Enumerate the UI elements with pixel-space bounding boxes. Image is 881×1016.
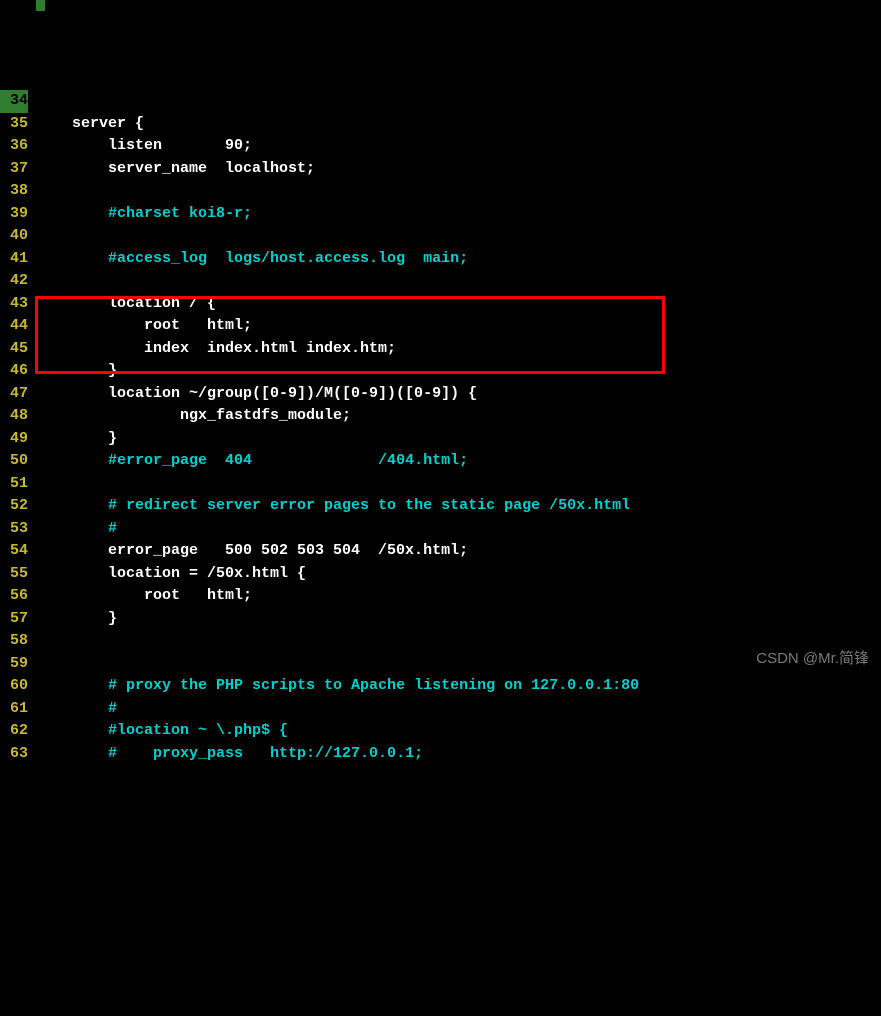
code-token [36,520,108,537]
code-line[interactable]: error_page 500 502 503 504 /50x.html; [36,540,881,563]
code-token: server_name localhost; [36,160,315,177]
code-line[interactable]: # [36,518,881,541]
code-line[interactable]: listen 90; [36,135,881,158]
code-line[interactable]: } [36,608,881,631]
line-number: 54 [0,540,28,563]
code-token: #charset koi8-r; [108,205,252,222]
code-token: server { [36,115,144,132]
line-number: 60 [0,675,28,698]
code-token: location ~/group([0-9])/M([0-9])([0-9]) … [36,385,477,402]
line-number: 59 [0,653,28,676]
code-token: #access_log logs/host.access.log main; [108,250,468,267]
line-number: 44 [0,315,28,338]
code-token: index index.html index.htm; [36,340,396,357]
code-token: # [108,700,117,717]
code-token: location = /50x.html { [36,565,306,582]
code-line[interactable] [36,90,881,113]
code-line[interactable] [36,653,881,676]
code-area[interactable]: server { listen 90; server_name localhos… [36,90,881,768]
code-token: # redirect server error pages to the sta… [108,497,630,514]
code-line[interactable]: index index.html index.htm; [36,338,881,361]
code-line[interactable]: server_name localhost; [36,158,881,181]
code-line[interactable] [36,180,881,203]
code-line[interactable]: #charset koi8-r; [36,203,881,226]
code-token [36,722,108,739]
cursor-block [36,0,45,11]
code-token [36,205,108,222]
code-line[interactable]: #location ~ \.php$ { [36,720,881,743]
line-number: 61 [0,698,28,721]
line-number: 48 [0,405,28,428]
code-token: #location ~ \.php$ { [108,722,288,739]
line-number: 47 [0,383,28,406]
line-number: 34 [0,90,28,113]
code-line[interactable] [36,630,881,653]
line-number: 45 [0,338,28,361]
line-number: 46 [0,360,28,383]
code-token: ngx_fastdfs_module; [36,407,351,424]
line-number: 56 [0,585,28,608]
code-line[interactable]: } [36,428,881,451]
code-token [36,452,108,469]
code-token [36,700,108,717]
code-line[interactable] [36,270,881,293]
code-token [36,745,108,762]
code-token [36,497,108,514]
line-number: 53 [0,518,28,541]
code-editor[interactable]: 3435363738394041424344454647484950515253… [0,90,881,768]
line-number: 42 [0,270,28,293]
line-number: 63 [0,743,28,766]
code-line[interactable]: # proxy the PHP scripts to Apache listen… [36,675,881,698]
code-token [36,677,108,694]
line-number: 57 [0,608,28,631]
line-number: 50 [0,450,28,473]
code-token: } [36,362,117,379]
line-number: 49 [0,428,28,451]
code-line[interactable]: root html; [36,315,881,338]
watermark-text: CSDN @Mr.简锋 [756,648,869,671]
code-line[interactable]: # [36,698,881,721]
code-token: # proxy the PHP scripts to Apache listen… [108,677,639,694]
code-token: root html; [36,317,252,334]
line-number: 39 [0,203,28,226]
line-number: 37 [0,158,28,181]
line-number: 51 [0,473,28,496]
code-line[interactable]: location / { [36,293,881,316]
line-number: 41 [0,248,28,271]
line-number: 36 [0,135,28,158]
code-line[interactable] [36,225,881,248]
line-number: 55 [0,563,28,586]
line-number: 38 [0,180,28,203]
line-number: 62 [0,720,28,743]
line-number: 40 [0,225,28,248]
code-line[interactable]: #access_log logs/host.access.log main; [36,248,881,271]
code-line[interactable]: server { [36,113,881,136]
code-token: root html; [36,587,252,604]
code-line[interactable]: ngx_fastdfs_module; [36,405,881,428]
code-token: # proxy_pass http://127.0.0.1; [108,745,423,762]
code-token: } [36,430,117,447]
code-line[interactable]: #error_page 404 /404.html; [36,450,881,473]
code-token: #error_page 404 /404.html; [108,452,468,469]
line-number-gutter: 3435363738394041424344454647484950515253… [0,90,36,768]
code-token: location / { [36,295,216,312]
line-number: 35 [0,113,28,136]
line-number: 43 [0,293,28,316]
code-line[interactable]: location ~/group([0-9])/M([0-9])([0-9]) … [36,383,881,406]
code-line[interactable]: location = /50x.html { [36,563,881,586]
code-token: # [108,520,117,537]
code-token: } [36,610,117,627]
line-number: 52 [0,495,28,518]
code-line[interactable]: root html; [36,585,881,608]
code-line[interactable]: # redirect server error pages to the sta… [36,495,881,518]
code-line[interactable]: # proxy_pass http://127.0.0.1; [36,743,881,766]
code-token: listen 90; [36,137,252,154]
code-line[interactable]: } [36,360,881,383]
code-line[interactable] [36,473,881,496]
code-token: error_page 500 502 503 504 /50x.html; [36,542,468,559]
line-number: 58 [0,630,28,653]
code-token [36,250,108,267]
